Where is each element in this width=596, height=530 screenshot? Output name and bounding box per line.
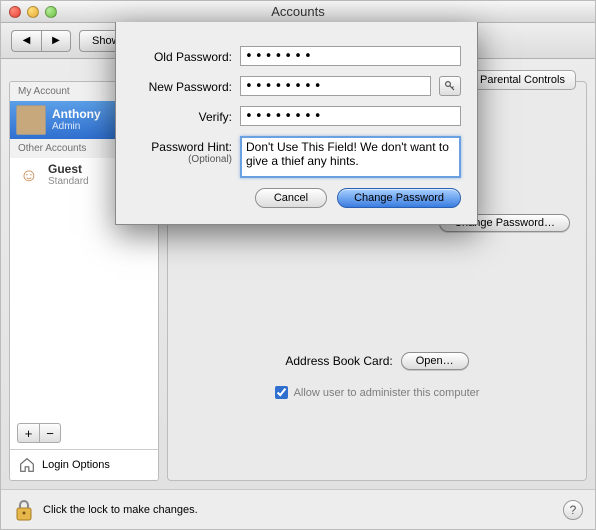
- zoom-icon[interactable]: [45, 6, 57, 18]
- admin-checkbox-row: Allow user to administer this computer: [180, 386, 574, 399]
- new-password-label: New Password:: [132, 76, 232, 94]
- verify-password-input[interactable]: [240, 106, 461, 126]
- lock-icon[interactable]: [13, 498, 35, 522]
- titlebar: Accounts: [1, 1, 595, 23]
- window-title: Accounts: [1, 4, 595, 19]
- accounts-window: Accounts ◀ ▶ Show All My Account Anthony…: [0, 0, 596, 530]
- change-password-sheet: Old Password: New Password: Verify: Pass…: [115, 22, 478, 225]
- new-password-input[interactable]: [240, 76, 431, 96]
- account-role: Admin: [52, 121, 101, 132]
- admin-checkbox[interactable]: [275, 386, 288, 399]
- lock-text: Click the lock to make changes.: [43, 504, 198, 516]
- help-button[interactable]: ?: [563, 500, 583, 520]
- login-options[interactable]: Login Options: [10, 449, 158, 480]
- login-options-label: Login Options: [42, 459, 110, 471]
- add-remove-buttons: + −: [17, 423, 61, 443]
- open-address-book-button[interactable]: Open…: [401, 352, 469, 370]
- hint-label: Password Hint: (Optional): [132, 136, 232, 165]
- change-password-confirm-button[interactable]: Change Password: [337, 188, 461, 208]
- account-name: Guest: [48, 163, 89, 176]
- old-password-input[interactable]: [240, 46, 461, 66]
- admin-checkbox-label: Allow user to administer this computer: [294, 387, 480, 399]
- account-role: Standard: [48, 176, 89, 187]
- guest-icon: ☺: [16, 162, 42, 188]
- nav-buttons: ◀ ▶: [11, 30, 71, 52]
- password-hint-input[interactable]: [240, 136, 461, 178]
- remove-account-button[interactable]: −: [39, 423, 61, 443]
- forward-button[interactable]: ▶: [41, 30, 71, 52]
- minimize-icon[interactable]: [27, 6, 39, 18]
- avatar: [16, 105, 46, 135]
- old-password-label: Old Password:: [132, 46, 232, 64]
- key-icon: [444, 80, 456, 92]
- address-book-label: Address Book Card:: [285, 354, 392, 368]
- cancel-button[interactable]: Cancel: [255, 188, 327, 208]
- back-button[interactable]: ◀: [11, 30, 41, 52]
- window-controls: [9, 6, 57, 18]
- close-icon[interactable]: [9, 6, 21, 18]
- tab-parental-controls[interactable]: Parental Controls: [469, 70, 576, 90]
- add-account-button[interactable]: +: [17, 423, 39, 443]
- account-name: Anthony: [52, 108, 101, 121]
- footer: Click the lock to make changes. ?: [1, 489, 595, 529]
- password-assistant-button[interactable]: [439, 76, 461, 96]
- house-icon: [18, 456, 36, 474]
- verify-label: Verify:: [132, 106, 232, 124]
